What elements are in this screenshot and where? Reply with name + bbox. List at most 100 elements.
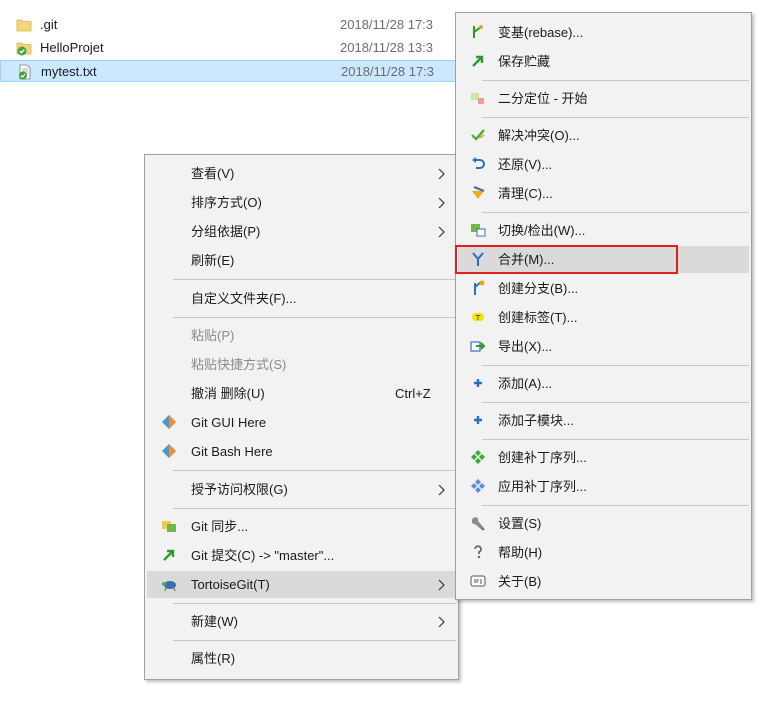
menu-item-label: 添加子模块...: [498, 413, 574, 428]
menu-item-label: 自定义文件夹(F)...: [191, 291, 297, 306]
menu-item-label: 查看(V): [191, 166, 235, 181]
rebase-icon: [473, 25, 483, 38]
file-name: HelloProjet: [40, 40, 104, 55]
submenu-item-add[interactable]: 添加(A)...: [458, 370, 749, 397]
menu-item-tortoisegit[interactable]: TortoiseGit(T): [147, 571, 456, 598]
menu-item-label: 还原(V)...: [498, 157, 553, 172]
menu-separator: [482, 402, 749, 403]
tag-icon: T: [472, 313, 484, 322]
apply-patch-icon: [471, 479, 485, 493]
menu-item-git-sync[interactable]: Git 同步...: [147, 513, 456, 540]
menu-item-label: 粘贴快捷方式(S): [191, 357, 287, 372]
menu-separator: [482, 80, 749, 81]
revert-icon: [472, 157, 485, 169]
create-patch-icon: [471, 450, 485, 464]
submenu-item-export[interactable]: 导出(X)...: [458, 333, 749, 360]
menu-item-new[interactable]: 新建(W): [147, 608, 456, 635]
context-menu: 查看(V) 排序方式(O) 分组依据(P) 刷新(E) 自定义文件夹(F)...…: [144, 154, 459, 680]
submenu-item-bisect[interactable]: 二分定位 - 开始: [458, 85, 749, 112]
menu-item-label: 切换/检出(W)...: [498, 223, 586, 238]
chevron-right-icon: [438, 484, 445, 496]
menu-item-label: 属性(R): [191, 651, 236, 666]
menu-separator: [482, 365, 749, 366]
menu-item-label: 清理(C)...: [498, 186, 553, 201]
menu-item-undo-delete[interactable]: 撤消 删除(U) Ctrl+Z: [147, 380, 456, 407]
create-branch-icon: [474, 280, 485, 295]
menu-item-label: Git GUI Here: [191, 415, 267, 430]
file-row-mytest[interactable]: mytest.txt 2018/11/28 17:3: [0, 60, 470, 82]
submenu-item-branch[interactable]: 创建分支(B)...: [458, 275, 749, 302]
submenu-item-help[interactable]: 帮助(H): [458, 539, 749, 566]
menu-item-label: 保存贮藏: [498, 54, 551, 69]
svg-text:T: T: [475, 314, 481, 322]
menu-item-properties[interactable]: 属性(R): [147, 645, 456, 672]
menu-item-label: 粘贴(P): [191, 328, 235, 343]
commit-arrow-icon: [163, 549, 175, 561]
menu-item-label: 授予访问权限(G): [191, 482, 288, 497]
menu-item-label: 刷新(E): [191, 253, 235, 268]
menu-item-label: 添加(A)...: [498, 376, 553, 391]
git-diamond-icon: [162, 444, 176, 458]
menu-item-paste[interactable]: 粘贴(P): [147, 322, 456, 349]
file-name: .git: [40, 17, 58, 32]
menu-item-label: Git 同步...: [191, 519, 249, 534]
submenu-item-tag[interactable]: T 创建标签(T)...: [458, 304, 749, 331]
menu-item-refresh[interactable]: 刷新(E): [147, 247, 456, 274]
git-sync-icon: [162, 521, 176, 532]
menu-item-git-gui[interactable]: Git GUI Here: [147, 409, 456, 436]
menu-item-group[interactable]: 分组依据(P): [147, 218, 456, 245]
tortoisegit-submenu: 变基(rebase)... 保存贮藏 二分定位 - 开始 解决冲突(O)... …: [455, 12, 752, 600]
file-row-git[interactable]: .git 2018/11/28 17:3: [0, 14, 470, 36]
about-icon: [470, 575, 486, 587]
menu-item-label: 创建标签(T)...: [498, 310, 578, 325]
menu-item-label: Git Bash Here: [191, 444, 273, 459]
menu-item-label: 变基(rebase)...: [498, 25, 584, 40]
menu-item-view[interactable]: 查看(V): [147, 160, 456, 187]
folder-icon: [16, 19, 32, 32]
file-row-helloprojet[interactable]: HelloProjet 2018/11/28 13:3: [0, 37, 470, 59]
git-diamond-icon: [162, 415, 176, 429]
chevron-right-icon: [438, 226, 445, 238]
file-date: 2018/11/28 17:3: [341, 64, 435, 79]
menu-item-label: 撤消 删除(U): [191, 386, 265, 401]
submenu-item-resolve[interactable]: 解决冲突(O)...: [458, 122, 749, 149]
file-date: 2018/11/28 17:3: [340, 17, 434, 32]
submenu-item-revert[interactable]: 还原(V)...: [458, 151, 749, 178]
cleanup-icon: [472, 185, 485, 199]
plus-icon: [474, 416, 482, 424]
menu-item-grant-access[interactable]: 授予访问权限(G): [147, 476, 456, 503]
git-file-icon: [19, 64, 31, 80]
file-name: mytest.txt: [41, 64, 97, 79]
submenu-item-settings[interactable]: 设置(S): [458, 510, 749, 537]
submenu-item-switch[interactable]: 切换/检出(W)...: [458, 217, 749, 244]
chevron-right-icon: [438, 579, 445, 591]
file-date: 2018/11/28 13:3: [340, 40, 434, 55]
chevron-right-icon: [438, 197, 445, 209]
menu-item-label: 创建分支(B)...: [498, 281, 579, 296]
menu-item-git-commit[interactable]: Git 提交(C) -> "master"...: [147, 542, 456, 569]
help-icon: [474, 545, 482, 559]
submenu-item-stash[interactable]: 保存贮藏: [458, 48, 749, 75]
resolve-conflict-icon: [471, 129, 485, 141]
shortcut-label: Ctrl+Z: [395, 386, 431, 401]
menu-item-customize-folder[interactable]: 自定义文件夹(F)...: [147, 285, 456, 312]
submenu-item-rebase[interactable]: 变基(rebase)...: [458, 19, 749, 46]
submenu-item-add-submodule[interactable]: 添加子模块...: [458, 407, 749, 434]
menu-separator: [482, 117, 749, 118]
submenu-item-about[interactable]: 关于(B): [458, 568, 749, 595]
submenu-item-apply-patch[interactable]: 应用补丁序列...: [458, 473, 749, 500]
menu-separator: [482, 212, 749, 213]
menu-item-label: 设置(S): [498, 516, 542, 531]
menu-item-label: 分组依据(P): [191, 224, 261, 239]
menu-item-label: 新建(W): [191, 614, 238, 629]
menu-item-label: 帮助(H): [498, 545, 543, 560]
menu-separator: [173, 470, 456, 471]
submenu-item-cleanup[interactable]: 清理(C)...: [458, 180, 749, 207]
chevron-right-icon: [438, 616, 445, 628]
highlight-box: [455, 245, 678, 274]
menu-item-git-bash[interactable]: Git Bash Here: [147, 438, 456, 465]
git-folder-icon: [16, 42, 32, 56]
menu-item-paste-shortcut[interactable]: 粘贴快捷方式(S): [147, 351, 456, 378]
menu-item-sort[interactable]: 排序方式(O): [147, 189, 456, 216]
submenu-item-create-patch[interactable]: 创建补丁序列...: [458, 444, 749, 471]
